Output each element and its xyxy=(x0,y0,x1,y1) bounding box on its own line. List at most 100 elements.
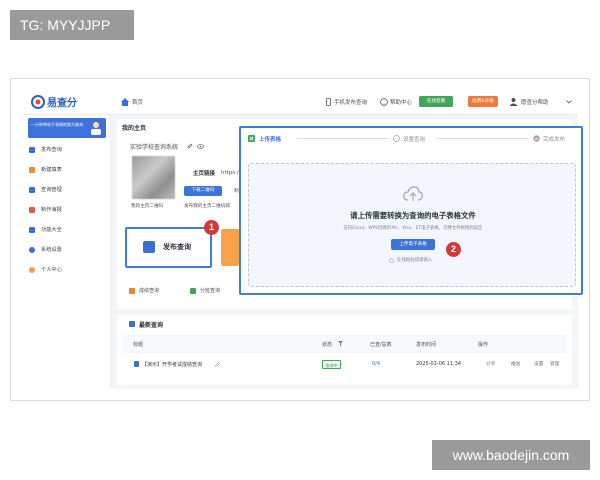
check-circle-icon xyxy=(533,135,540,142)
column-header-title: 标题 xyxy=(133,342,144,348)
publish-query-icon xyxy=(143,241,155,253)
publish-qr-caption: 发布我的主页二维码即 xyxy=(184,204,230,209)
user-name: 愿查分帮助 xyxy=(521,100,549,106)
upload-support-text: 支持Excel、WPS创建的Xls、Xlsx、ET电子表格，可拜文件拖拽到此区 xyxy=(343,226,483,231)
class-query-icon xyxy=(190,288,196,294)
latest-title: 最新查询 xyxy=(139,322,164,329)
doc-icon xyxy=(134,361,139,367)
upload-spreadsheet-button[interactable]: 上传电子表格 xyxy=(391,239,435,250)
copy-link-label[interactable]: 制 xyxy=(234,188,239,194)
next-tile-partial[interactable] xyxy=(221,229,239,266)
op-push[interactable]: 推送 xyxy=(511,361,520,367)
user-menu[interactable]: 愿查分帮助 xyxy=(509,95,575,108)
sidebar-item-label: 制作海报 xyxy=(41,207,62,213)
cloud-upload-icon xyxy=(403,186,423,201)
sidebar-item-make-poster[interactable]: 制作海报 xyxy=(29,203,107,217)
qr-caption: 我的主页二维码 xyxy=(131,204,164,209)
logo-subtext: YICHAFEN.COM xyxy=(47,105,70,109)
sidebar: 一分钟将电子表格转换为查询 发布查询 新建填表 查询管理 制作海报 功能大全 系… xyxy=(23,115,111,389)
help-icon xyxy=(380,98,388,106)
sidebar-item-label: 查询管理 xyxy=(41,187,62,193)
op-share[interactable]: 分享 xyxy=(486,361,495,367)
op-settings[interactable]: 设置 xyxy=(534,361,543,367)
sidebar-item-publish-query[interactable]: 发布查询 xyxy=(29,143,107,157)
publish-query-label: 发布查询 xyxy=(163,243,191,251)
score-query-label: 成绩查询 xyxy=(139,288,160,294)
link-value[interactable]: https:/ xyxy=(221,170,239,176)
publish-query-tile[interactable]: 发布查询 xyxy=(125,227,212,268)
user-icon xyxy=(29,267,35,273)
form-icon xyxy=(29,167,35,173)
watermark-bottom: www.baodejin.com xyxy=(432,440,590,470)
step-upload: 上传表格 xyxy=(259,137,282,143)
sidebar-banner[interactable]: 一分钟将电子表格转换为查询 xyxy=(28,118,106,138)
column-header-count: 已查/总数 xyxy=(370,342,392,348)
row-count: 0/4 xyxy=(372,361,381,367)
grid-icon xyxy=(29,227,35,233)
home-label: 首页 xyxy=(132,100,144,106)
paste-icon xyxy=(389,258,394,263)
sidebar-item-new-form[interactable]: 新建填表 xyxy=(29,163,107,177)
filter-icon[interactable] xyxy=(338,341,343,346)
top-bar: 易查分 YICHAFEN.COM 首页 手机发布查询 帮助中心 在线客服 续费&… xyxy=(23,89,578,115)
logo[interactable]: 易查分 YICHAFEN.COM xyxy=(31,94,89,110)
person-illustration-icon xyxy=(91,122,101,135)
step-setup: 设置查询 xyxy=(403,137,426,143)
op-manage[interactable]: 管理 xyxy=(550,361,559,367)
manage-icon xyxy=(29,187,35,193)
avatar-icon xyxy=(509,98,518,106)
publish-icon xyxy=(29,147,35,153)
upload-panel: 上传表格 设置查询 完成发布 请上传需要转换为查询的电子表格文件 支持Excel… xyxy=(239,126,583,295)
step-line-1 xyxy=(297,138,389,139)
sidebar-item-label: 系统设置 xyxy=(41,247,62,253)
sidebar-item-query-manage[interactable]: 查询管理 xyxy=(29,183,107,197)
latest-queries-card: 最新查询 标题 状态 已查/总数 发布时间 操作 【演示】开学考试成绩查询 查询… xyxy=(117,315,572,385)
edit-icon[interactable] xyxy=(215,362,220,367)
sidebar-item-all-features[interactable]: 功能大全 xyxy=(29,223,107,237)
sidebar-item-personal-center[interactable]: 个人中心 xyxy=(29,263,107,277)
sidebar-item-label: 个人中心 xyxy=(41,267,62,273)
column-header-ops: 操作 xyxy=(478,342,489,348)
system-name: 实验学校查询系统 xyxy=(130,144,179,151)
edit-icon[interactable] xyxy=(187,143,193,149)
table-header: 标题 状态 已查/总数 发布时间 操作 xyxy=(122,335,567,353)
download-qr-button[interactable]: 下载二维码 xyxy=(184,186,222,196)
step2-badge: 2 xyxy=(446,242,461,257)
status-badge: 查询中 xyxy=(322,360,341,369)
excel-icon xyxy=(248,135,255,142)
upload-dropzone[interactable]: 请上传需要转换为查询的电子表格文件 支持Excel、WPS创建的Xls、Xlsx… xyxy=(248,163,576,287)
upload-heading: 请上传需要转换为查询的电子表格文件 xyxy=(350,211,476,220)
chevron-down-icon xyxy=(566,100,572,104)
settings-step-icon xyxy=(393,135,400,142)
score-query-icon xyxy=(129,288,135,294)
online-paste-link[interactable]: 在线粘贴成绩输入 xyxy=(397,257,432,263)
home-icon xyxy=(121,98,129,106)
step-line-2 xyxy=(437,138,529,139)
latest-icon xyxy=(129,321,135,327)
row-time: 2025-02-06 11:34 xyxy=(416,361,462,367)
phone-icon xyxy=(326,98,331,106)
sidebar-item-label: 功能大全 xyxy=(41,227,62,233)
sidebar-item-system-settings[interactable]: 系统设置 xyxy=(29,243,107,257)
online-service-button[interactable]: 在线客服 xyxy=(419,96,453,107)
row-title[interactable]: 【演示】开学考试成绩查询 xyxy=(142,361,202,368)
phone-publish-label: 手机发布查询 xyxy=(334,100,368,106)
sidebar-item-label: 新建填表 xyxy=(41,167,62,173)
sidebar-banner-text: 一分钟将电子表格转换为查询 xyxy=(31,122,83,127)
class-query-label: 分班查询 xyxy=(200,288,221,294)
eye-icon[interactable] xyxy=(197,144,204,149)
step-finish: 完成发布 xyxy=(543,137,566,143)
help-center-label: 帮助中心 xyxy=(390,100,413,106)
sidebar-item-label: 发布查询 xyxy=(41,147,62,153)
link-label: 主页链接 xyxy=(193,171,216,177)
column-header-time: 发布时间 xyxy=(416,342,437,348)
renew-upgrade-button[interactable]: 续费&升级 xyxy=(468,96,498,107)
logo-icon xyxy=(31,95,45,109)
qr-code-image xyxy=(132,156,175,199)
step1-badge: 1 xyxy=(204,220,219,235)
poster-icon xyxy=(29,207,35,213)
section-title: 我的主页 xyxy=(122,125,147,132)
table-row: 【演示】开学考试成绩查询 查询中 0/4 2025-02-06 11:34 分享… xyxy=(122,357,567,373)
watermark-top: TG: MYYJJPP xyxy=(10,10,134,40)
gear-icon xyxy=(29,247,35,253)
